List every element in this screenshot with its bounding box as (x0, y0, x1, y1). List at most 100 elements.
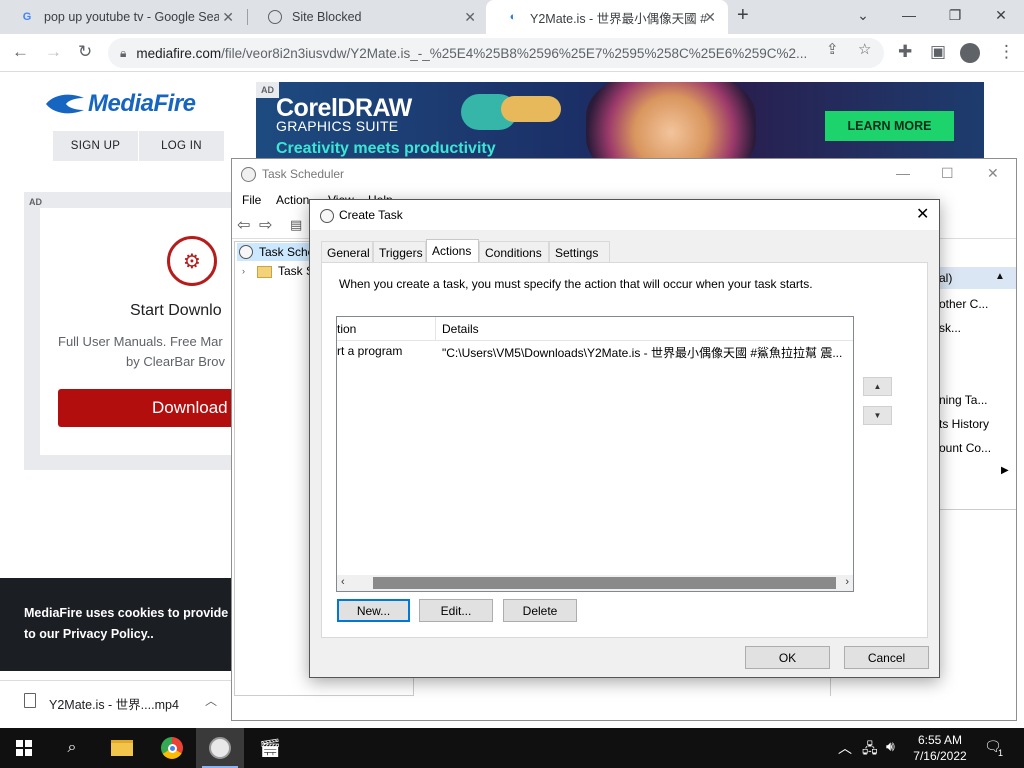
sign-up-button[interactable]: SIGN UP (53, 131, 138, 161)
row-action: rt a program (337, 344, 403, 358)
edit-button[interactable]: Edit... (419, 599, 493, 622)
minimize-icon[interactable]: — (896, 165, 910, 181)
address-bar[interactable]: 🔒︎ mediafire.com/file/veor8i2n3iusvdw/Y2… (108, 38, 884, 68)
horizontal-scrollbar[interactable]: ‹ › (337, 575, 853, 591)
side-ad-download-button[interactable]: Download (58, 389, 248, 427)
back-arrow-icon[interactable]: ⇦ (237, 215, 250, 235)
tab-conditions[interactable]: Conditions (479, 241, 549, 263)
close-tab-icon[interactable]: ✕ (222, 9, 234, 26)
tab-google-search[interactable]: G pop up youtube tv - Google Sear ✕ (0, 0, 246, 34)
actions-list[interactable]: tion Details rt a program "C:\Users\VM5\… (336, 316, 854, 592)
maximize-icon[interactable]: ☐ (941, 165, 954, 182)
tab-site-blocked[interactable]: Site Blocked ✕ (248, 0, 488, 34)
forward-arrow-icon[interactable]: ⇨ (259, 215, 272, 235)
task-scheduler-taskbar-icon[interactable] (196, 728, 244, 768)
close-tab-icon[interactable]: ✕ (704, 9, 716, 26)
cookie-text: MediaFire uses cookies to provide y (24, 606, 239, 620)
search-icon[interactable]: ⌕ (48, 728, 96, 768)
mediafire-wordmark: MediaFire (88, 90, 196, 117)
action-item[interactable]: other C... (939, 297, 988, 311)
bookmark-star-icon[interactable]: ☆ (858, 40, 871, 58)
tab-triggers[interactable]: Triggers (373, 241, 426, 263)
close-icon[interactable]: ✕ (987, 165, 999, 182)
profile-avatar-icon[interactable] (960, 43, 980, 63)
clock-time: 6:55 AM (917, 733, 963, 747)
action-item[interactable]: sk... (939, 321, 961, 335)
action-item[interactable]: ount Co... (939, 441, 991, 455)
notification-count: 1 (998, 748, 1004, 758)
clapperboard-icon[interactable]: 🎬︎ (246, 728, 294, 768)
tab-title: pop up youtube tv - Google Sear (44, 10, 219, 24)
mediafire-logo[interactable]: MediaFire (44, 90, 196, 118)
cancel-button[interactable]: Cancel (844, 646, 929, 669)
privacy-policy-link[interactable]: to our Privacy Policy.. (24, 627, 154, 641)
list-header: tion Details (337, 317, 853, 341)
mediafire-flame-icon (44, 92, 88, 116)
submenu-arrow-icon[interactable]: ▶ (1001, 465, 1009, 476)
tab-settings[interactable]: Settings (549, 241, 610, 263)
back-icon[interactable]: ← (12, 42, 29, 62)
folder-icon (257, 266, 272, 278)
tab-actions[interactable]: Actions (426, 239, 479, 264)
close-tab-icon[interactable]: ✕ (464, 9, 476, 26)
actions-header-label: al) (939, 271, 953, 285)
google-g-icon: G (22, 11, 32, 23)
task-clock-icon (320, 209, 334, 223)
windows-start-icon[interactable] (0, 728, 48, 768)
column-header-action[interactable]: tion (337, 322, 356, 336)
create-task-dialog: Create Task ✕ General Triggers Actions C… (309, 199, 940, 678)
extensions-icon[interactable]: ✚ (898, 42, 912, 62)
column-divider[interactable] (435, 317, 436, 341)
download-item-name[interactable]: Y2Mate.is - 世界....mp4 (49, 694, 179, 713)
close-icon[interactable]: ✕ (916, 204, 929, 224)
chrome-menu-icon[interactable]: ⋮ (998, 42, 1015, 62)
dialog-title-bar: Create Task ✕ (310, 200, 939, 230)
tab-general[interactable]: General (321, 241, 373, 263)
network-icon[interactable]: 🖧︎ (862, 738, 878, 762)
action-item[interactable]: ts History (939, 417, 989, 431)
forward-icon[interactable]: → (45, 42, 62, 62)
lock-icon[interactable]: 🔒︎ (120, 46, 126, 61)
column-header-details[interactable]: Details (442, 322, 479, 336)
close-window-icon[interactable]: ✕ (978, 0, 1024, 34)
chevron-up-icon[interactable]: ︿ (205, 692, 217, 709)
restore-icon[interactable]: ❐ (932, 0, 978, 34)
tab-y2mate[interactable]: ◐ Y2Mate.is - 世界最小偶像天國 # ✕ (486, 0, 728, 34)
move-down-button[interactable]: ▼ (863, 406, 892, 425)
menu-action[interactable]: Action (276, 193, 309, 207)
ad-tagline: Creativity meets productivity (276, 140, 496, 157)
menu-file[interactable]: File (242, 193, 261, 207)
console-tree-icon[interactable]: ▤ (290, 217, 302, 233)
side-ad-card[interactable]: ⚙ Start Downlo Full User Manuals. Free M… (40, 208, 248, 455)
move-up-button[interactable]: ▲ (863, 377, 892, 396)
file-icon (24, 693, 36, 708)
taskbar-clock[interactable]: 6:55 AM 7/16/2022 (912, 732, 968, 764)
scrollbar-thumb[interactable] (373, 577, 836, 589)
log-in-button[interactable]: LOG IN (139, 131, 224, 161)
file-explorer-icon[interactable] (98, 728, 146, 768)
side-panel-icon[interactable]: ▣ (930, 42, 946, 62)
scroll-right-icon[interactable]: › (845, 576, 849, 588)
side-ad-text: by ClearBar Brov (126, 354, 225, 369)
chevron-right-icon[interactable]: › (242, 266, 245, 276)
ok-button[interactable]: OK (745, 646, 830, 669)
cookie-banner: MediaFire uses cookies to provide y to o… (0, 578, 239, 671)
volume-icon[interactable]: 🔊︎ (886, 738, 895, 755)
scroll-left-icon[interactable]: ‹ (341, 576, 345, 588)
learn-more-button[interactable]: LEARN MORE (825, 111, 954, 141)
dialog-title: Create Task (339, 208, 403, 222)
collapse-triangle-icon[interactable]: ▲ (995, 271, 1005, 282)
chevron-up-icon[interactable]: ︿ (838, 738, 852, 758)
new-button[interactable]: New... (337, 599, 410, 622)
minimize-icon[interactable]: — (886, 0, 932, 34)
chrome-icon[interactable] (148, 728, 196, 768)
share-icon[interactable]: ⇪ (826, 40, 839, 58)
url-text[interactable]: mediafire.com/file/veor8i2n3iusvdw/Y2Mat… (136, 46, 816, 61)
tab-search-icon[interactable]: ⌄ (840, 0, 886, 34)
delete-button[interactable]: Delete (503, 599, 577, 622)
table-row[interactable]: rt a program "C:\Users\VM5\Downloads\Y2M… (337, 343, 853, 361)
new-tab-icon[interactable]: + (737, 4, 749, 27)
action-item[interactable]: ning Ta... (939, 393, 987, 407)
reload-icon[interactable]: ↻ (78, 42, 92, 62)
coreldraw-banner-ad[interactable]: AD CorelDRAW GRAPHICS SUITE Creativity m… (256, 82, 984, 160)
